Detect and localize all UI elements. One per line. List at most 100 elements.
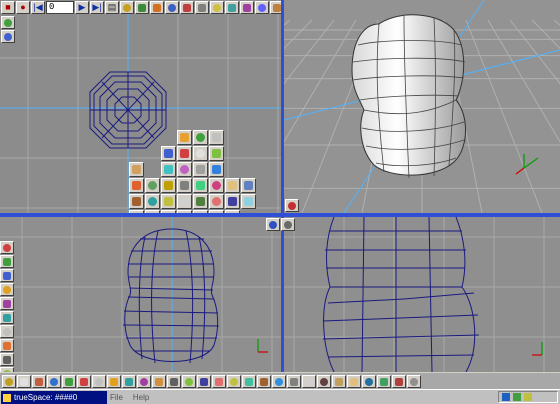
object-tool-icon[interactable]	[270, 1, 281, 14]
panel-tool-icon[interactable]	[193, 178, 208, 193]
viewport-perspective[interactable]	[284, 0, 560, 213]
bottom-tool-icon[interactable]	[182, 375, 196, 388]
bottom-tool-icon[interactable]	[62, 375, 76, 388]
bottom-tool-icon[interactable]	[122, 375, 136, 388]
side-tool-icon[interactable]	[0, 269, 14, 282]
bottom-tool-icon[interactable]	[302, 375, 316, 388]
panel-tool-icon[interactable]	[177, 178, 192, 193]
panel-tool-icon[interactable]	[161, 162, 176, 177]
panel-tool-icon[interactable]	[161, 194, 176, 209]
view-layout-icon[interactable]	[1, 30, 15, 43]
panel-tool-icon[interactable]	[193, 146, 208, 161]
menu-file[interactable]: File	[110, 393, 123, 402]
side-tool-icon[interactable]	[0, 353, 14, 366]
bottom-tool-icon[interactable]	[152, 375, 166, 388]
bottom-tool-icon[interactable]	[257, 375, 271, 388]
view-camera-icon[interactable]	[266, 218, 280, 231]
panel-tool-icon[interactable]	[241, 178, 256, 193]
panel-tool-icon[interactable]	[177, 194, 192, 209]
stop-icon[interactable]: ■	[1, 1, 15, 14]
bottom-tool-icon[interactable]	[407, 375, 421, 388]
panel-tool-icon[interactable]	[129, 162, 144, 177]
panel-tool-icon[interactable]	[225, 178, 240, 193]
tray-speaker-icon[interactable]	[502, 393, 510, 401]
bottom-tool-icon[interactable]	[137, 375, 151, 388]
panel-tool-icon[interactable]	[177, 162, 192, 177]
object-tool-icon[interactable]	[150, 1, 164, 14]
view-toggle-icon[interactable]	[1, 16, 15, 29]
side-tool-icon[interactable]	[0, 311, 14, 324]
bottom-tool-icon[interactable]	[197, 375, 211, 388]
viewport-divider-horizontal[interactable]	[0, 213, 560, 217]
side-tool-icon[interactable]	[0, 241, 14, 254]
panel-tool-icon[interactable]	[129, 194, 144, 209]
panel-tool-icon[interactable]	[193, 130, 208, 145]
bottom-tool-icon[interactable]	[167, 375, 181, 388]
bottom-tool-icon[interactable]	[47, 375, 61, 388]
mesh-perspective-shaded[interactable]	[351, 14, 466, 179]
bottom-tool-icon[interactable]	[317, 375, 331, 388]
panel-tool-icon[interactable]	[193, 162, 208, 177]
panel-tool-icon[interactable]	[225, 194, 240, 209]
object-tool-icon[interactable]	[210, 1, 224, 14]
bottom-tool-icon[interactable]	[287, 375, 301, 388]
bottom-tool-icon[interactable]	[2, 375, 16, 388]
viewport-top[interactable]: ■ ● |◀ 0 ▶ ▶| ▤	[0, 0, 281, 213]
fast-forward-icon[interactable]: ▶|	[90, 1, 104, 14]
bottom-tool-icon[interactable]	[242, 375, 256, 388]
bottom-tool-icon[interactable]	[377, 375, 391, 388]
side-tool-icon[interactable]	[0, 283, 14, 296]
side-tool-icon[interactable]	[0, 297, 14, 310]
bottom-tool-icon[interactable]	[17, 375, 31, 388]
object-tool-icon[interactable]	[225, 1, 239, 14]
object-tool-icon[interactable]	[135, 1, 149, 14]
side-tool-icon[interactable]	[0, 339, 14, 352]
record-icon[interactable]: ●	[16, 1, 30, 14]
bottom-tool-icon[interactable]	[227, 375, 241, 388]
play-icon[interactable]: ▶	[75, 1, 89, 14]
side-tool-icon[interactable]	[0, 255, 14, 268]
object-tool-icon[interactable]	[165, 1, 179, 14]
frame-number-field[interactable]: 0	[46, 1, 74, 14]
panel-tool-icon[interactable]	[241, 194, 256, 209]
panel-tool-icon[interactable]	[161, 178, 176, 193]
panel-tool-icon[interactable]	[145, 178, 160, 193]
object-tool-icon[interactable]	[120, 1, 134, 14]
bottom-tool-icon[interactable]	[362, 375, 376, 388]
rewind-icon[interactable]: |◀	[31, 1, 45, 14]
panel-tool-icon[interactable]	[145, 194, 160, 209]
menu-help[interactable]: Help	[133, 393, 149, 402]
tray-network-icon[interactable]	[513, 393, 521, 401]
view-swap-icon[interactable]	[285, 199, 299, 212]
taskbar-app-button[interactable]: trueSpace: ####0	[1, 391, 107, 404]
panel-tool-icon[interactable]	[209, 146, 224, 161]
panel-tool-icon[interactable]	[129, 178, 144, 193]
bottom-tool-icon[interactable]	[392, 375, 406, 388]
viewport-side[interactable]	[284, 217, 560, 372]
panel-tool-icon[interactable]	[177, 130, 192, 145]
object-tool-icon[interactable]	[255, 1, 269, 14]
bottom-tool-icon[interactable]	[347, 375, 361, 388]
view-eye-icon[interactable]	[281, 218, 295, 231]
mesh-side-wireframe[interactable]	[322, 217, 480, 372]
mesh-front-wireframe[interactable]	[122, 228, 220, 364]
tray-clock-icon[interactable]	[524, 393, 532, 401]
viewport-divider-vertical[interactable]	[281, 0, 284, 372]
object-tool-icon[interactable]	[195, 1, 209, 14]
bottom-tool-icon[interactable]	[212, 375, 226, 388]
keyframe-icon[interactable]: ▤	[105, 1, 119, 14]
panel-tool-icon[interactable]	[209, 130, 224, 145]
bottom-tool-icon[interactable]	[272, 375, 286, 388]
object-tool-icon[interactable]	[240, 1, 254, 14]
viewport-front[interactable]	[0, 217, 281, 372]
bottom-tool-icon[interactable]	[92, 375, 106, 388]
panel-tool-icon[interactable]	[193, 194, 208, 209]
bottom-tool-icon[interactable]	[77, 375, 91, 388]
panel-tool-icon[interactable]	[177, 146, 192, 161]
bottom-tool-icon[interactable]	[107, 375, 121, 388]
object-tool-icon[interactable]	[180, 1, 194, 14]
bottom-tool-icon[interactable]	[32, 375, 46, 388]
panel-tool-icon[interactable]	[161, 146, 176, 161]
panel-tool-icon[interactable]	[209, 194, 224, 209]
bottom-tool-icon[interactable]	[332, 375, 346, 388]
